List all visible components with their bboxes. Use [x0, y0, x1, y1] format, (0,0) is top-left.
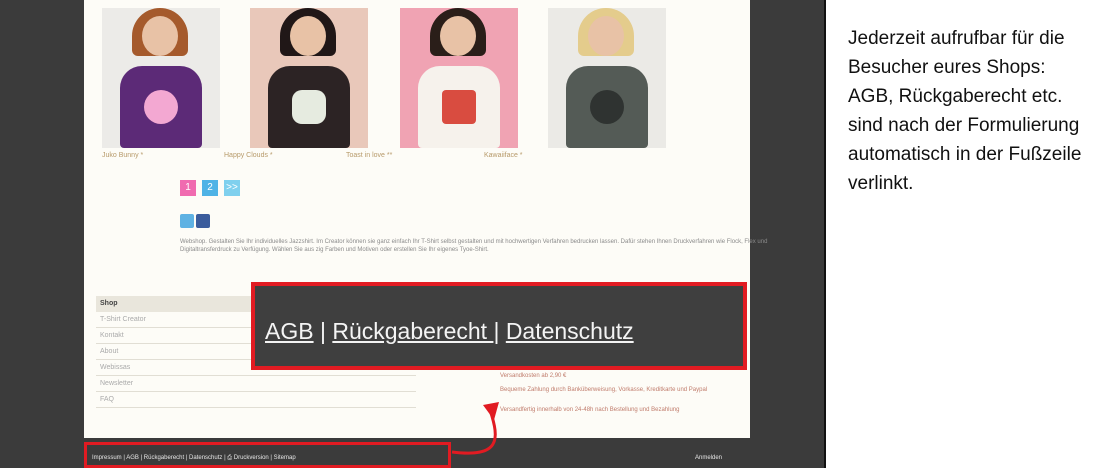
delivery-info: Versandfertig innerhalb von 24-48h nach … [500, 407, 680, 413]
agb-link[interactable]: AGB [265, 318, 314, 344]
product-name[interactable]: Kawaiiface * [484, 152, 523, 159]
explanation-text: Jederzeit aufrufbar für die Besucher eur… [848, 28, 1082, 194]
next-page-button[interactable]: >> [224, 180, 240, 196]
page-1-button[interactable]: 1 [180, 180, 196, 196]
legal-links-callout: AGB | Rückgaberecht | Datenschutz [251, 282, 747, 370]
datenschutz-link[interactable]: Datenschutz [506, 318, 634, 344]
pagination: 1 2 >> [180, 180, 240, 196]
shop-description: Webshop. Gestalten Sie Ihr individuelles… [180, 239, 768, 253]
menu-item-newsletter[interactable]: Newsletter [96, 376, 416, 392]
rueckgaberecht-link[interactable]: Rückgaberecht [332, 318, 493, 344]
product-image-3[interactable] [400, 8, 518, 148]
shop-screenshot: Juko Bunny * Happy Clouds * Toast in lov… [0, 0, 824, 468]
product-image-4[interactable] [548, 8, 666, 148]
product-name[interactable]: Happy Clouds * [224, 152, 273, 159]
page-2-button[interactable]: 2 [202, 180, 218, 196]
panel-divider [824, 0, 826, 468]
shipping-info: Versandkosten ab 2,90 € [500, 373, 567, 379]
twitter-icon[interactable] [180, 214, 194, 228]
menu-item-faq[interactable]: FAQ [96, 392, 416, 408]
callout-separator: | [493, 318, 506, 344]
product-image-1[interactable] [102, 8, 220, 148]
footer-highlight-box [84, 442, 451, 468]
login-link[interactable]: Anmelden [695, 455, 722, 461]
callout-separator: | [313, 318, 333, 344]
social-links [180, 214, 210, 228]
product-name[interactable]: Toast in love ** [346, 152, 392, 159]
facebook-icon[interactable] [196, 214, 210, 228]
callout-links: AGB | Rückgaberecht | Datenschutz [265, 318, 634, 345]
payment-info: Bequeme Zahlung durch Banküberweisung, V… [500, 387, 708, 393]
product-image-2[interactable] [250, 8, 368, 148]
product-name[interactable]: Juko Bunny * [102, 152, 143, 159]
